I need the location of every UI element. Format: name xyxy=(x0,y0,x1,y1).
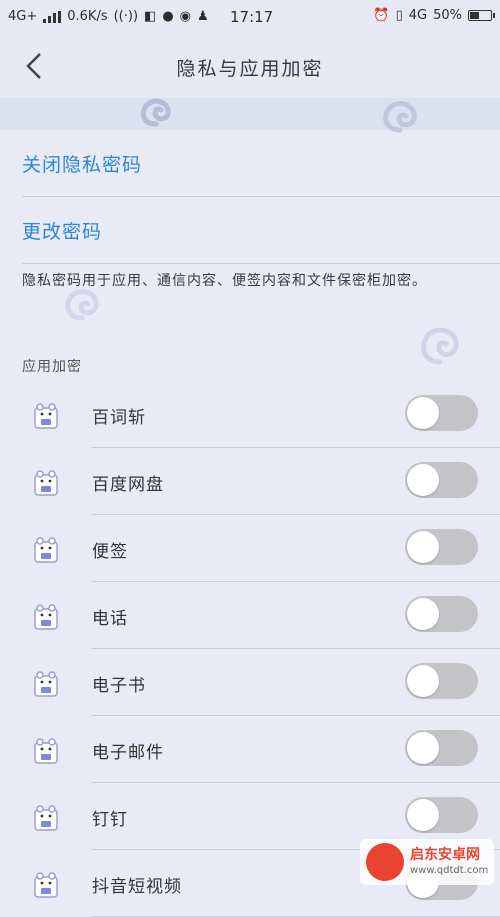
close-privacy-password-row[interactable]: 关闭隐私密码 xyxy=(0,130,500,196)
alarm-icon: ⏰ xyxy=(373,8,390,23)
status-bar: 4G+ 0.6K/s ((·)) ◧ ● ◉ ♟ 17:17 ⏰ ▯ 4G 50… xyxy=(0,0,500,34)
vibrate-icon: ▯ xyxy=(395,8,403,23)
app-name: 抖音短视频 xyxy=(92,877,182,897)
privacy-description: 隐私密码用于应用、通信内容、便签内容和文件保密柜加密。 xyxy=(22,273,427,289)
watermark-icon xyxy=(366,843,404,881)
locked-app-icon xyxy=(34,872,58,898)
toggle-knob xyxy=(407,665,439,697)
page-title: 隐私与应用加密 xyxy=(176,58,324,80)
notification-icon: ◧ xyxy=(144,9,157,24)
swirl-decoration-icon xyxy=(383,101,417,133)
app-lock-toggle[interactable] xyxy=(405,462,478,498)
toggle-knob xyxy=(407,799,439,831)
network-speed: 0.6K/s xyxy=(67,9,108,24)
swirl-decoration-icon xyxy=(140,98,171,127)
locked-app-icon xyxy=(34,470,58,496)
app-row: 百词斩 xyxy=(0,381,500,448)
qq-icon: ♟ xyxy=(197,9,209,24)
clock: 17:17 xyxy=(230,8,274,26)
app-row: 百度网盘 xyxy=(0,448,500,515)
app-name: 便签 xyxy=(92,542,128,562)
app-lock-toggle[interactable] xyxy=(405,730,478,766)
watermark-url: www.qdtdt.com xyxy=(410,865,489,876)
locked-app-icon xyxy=(34,403,58,429)
watermark-title: 启东安卓网 xyxy=(410,847,480,863)
app-name: 百度网盘 xyxy=(92,475,164,495)
network-type-right: 4G xyxy=(408,8,428,23)
decorative-band xyxy=(0,98,500,130)
toggle-knob xyxy=(407,397,439,429)
app-name: 百词斩 xyxy=(92,408,146,428)
wechat-icon: ● xyxy=(162,9,174,24)
toggle-knob xyxy=(407,732,439,764)
app-row: 电子邮件 xyxy=(0,716,500,783)
close-privacy-password-label: 关闭隐私密码 xyxy=(22,154,143,176)
toggle-knob xyxy=(407,464,439,496)
hotspot-icon: ((·)) xyxy=(113,9,139,24)
app-name: 钉钉 xyxy=(92,810,128,830)
app-name: 电子邮件 xyxy=(92,743,164,763)
swirl-decoration-icon xyxy=(421,327,459,365)
locked-app-icon xyxy=(34,738,58,764)
app-encryption-list: 百词斩百度网盘便签电话电子书电子邮件钉钉抖音短视频 xyxy=(0,381,500,917)
locked-app-icon xyxy=(34,671,58,697)
app-lock-toggle[interactable] xyxy=(405,663,478,699)
app-name: 电话 xyxy=(92,609,128,629)
app-row: 便签 xyxy=(0,515,500,582)
battery-icon xyxy=(468,10,495,21)
change-password-row[interactable]: 更改密码 xyxy=(0,197,500,263)
app-lock-toggle[interactable] xyxy=(405,395,478,431)
section-label: 应用加密 xyxy=(22,359,82,375)
battery-percent: 50% xyxy=(433,8,462,23)
network-type: 4G+ xyxy=(8,9,38,24)
app-lock-toggle[interactable] xyxy=(405,596,478,632)
battery-fill xyxy=(470,12,479,19)
app-name: 电子书 xyxy=(92,676,146,696)
toggle-knob xyxy=(407,531,439,563)
toggle-knob xyxy=(407,598,439,630)
locked-app-icon xyxy=(34,805,58,831)
signal-icon xyxy=(43,10,62,23)
app-lock-toggle[interactable] xyxy=(405,529,478,565)
watermark-logo: 启东安卓网 www.qdtdt.com xyxy=(360,839,494,885)
app-lock-toggle[interactable] xyxy=(405,797,478,833)
app-row: 电子书 xyxy=(0,649,500,716)
locked-app-icon xyxy=(34,537,58,563)
change-password-label: 更改密码 xyxy=(22,221,103,243)
divider xyxy=(22,263,500,264)
app-row: 电话 xyxy=(0,582,500,649)
locked-app-icon xyxy=(34,604,58,630)
browser-icon: ◉ xyxy=(179,9,192,24)
header: 隐私与应用加密 xyxy=(0,34,500,99)
